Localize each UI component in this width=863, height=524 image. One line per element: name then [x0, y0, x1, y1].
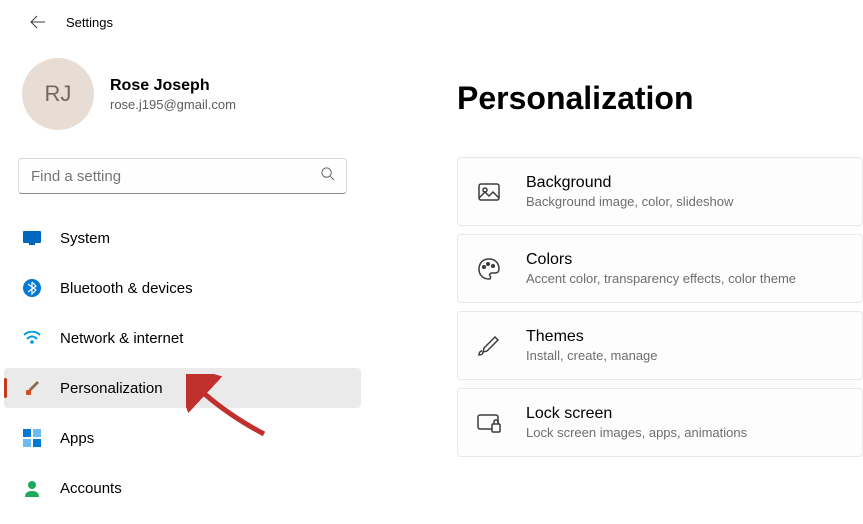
profile-block[interactable]: RJ Rose Joseph rose.j195@gmail.com	[0, 58, 365, 130]
display-icon	[22, 228, 42, 248]
card-desc: Install, create, manage	[526, 348, 658, 363]
sidebar-item-bluetooth[interactable]: Bluetooth & devices	[0, 268, 365, 308]
content-area: Personalization Background Background im…	[365, 40, 863, 524]
card-desc: Background image, color, slideshow	[526, 194, 733, 209]
card-body: Themes Install, create, manage	[526, 328, 658, 363]
sidebar-item-accounts[interactable]: Accounts	[0, 468, 365, 508]
card-title: Background	[526, 174, 733, 192]
main-layout: RJ Rose Joseph rose.j195@gmail.com	[0, 40, 863, 524]
card-body: Background Background image, color, slid…	[526, 174, 733, 209]
settings-card-list: Background Background image, color, slid…	[457, 157, 863, 457]
search-input[interactable]	[18, 158, 347, 194]
palette-icon	[476, 256, 502, 282]
sidebar-item-label: Bluetooth & devices	[60, 280, 193, 297]
page-title: Personalization	[457, 80, 863, 117]
search-icon	[320, 166, 335, 186]
profile-email: rose.j195@gmail.com	[110, 97, 236, 112]
sidebar: RJ Rose Joseph rose.j195@gmail.com	[0, 40, 365, 524]
paintbrush-icon	[22, 378, 42, 398]
brush-icon	[476, 333, 502, 359]
arrow-left-icon	[30, 14, 46, 30]
profile-name: Rose Joseph	[110, 77, 236, 95]
apps-icon	[22, 428, 42, 448]
card-desc: Lock screen images, apps, animations	[526, 425, 747, 440]
card-background[interactable]: Background Background image, color, slid…	[457, 157, 863, 226]
sidebar-item-network[interactable]: Network & internet	[0, 318, 365, 358]
card-lockscreen[interactable]: Lock screen Lock screen images, apps, an…	[457, 388, 863, 457]
sidebar-item-label: Network & internet	[60, 330, 183, 347]
lock-screen-icon	[476, 410, 502, 436]
bluetooth-icon	[22, 278, 42, 298]
sidebar-item-label: System	[60, 230, 110, 247]
card-colors[interactable]: Colors Accent color, transparency effect…	[457, 234, 863, 303]
card-body: Lock screen Lock screen images, apps, an…	[526, 405, 747, 440]
card-title: Lock screen	[526, 405, 747, 423]
card-body: Colors Accent color, transparency effect…	[526, 251, 796, 286]
nav-list: System Bluetooth & devices	[0, 218, 365, 518]
card-desc: Accent color, transparency effects, colo…	[526, 271, 796, 286]
card-title: Colors	[526, 251, 796, 269]
sidebar-item-label: Apps	[60, 430, 94, 447]
sidebar-item-personalization[interactable]: Personalization	[4, 368, 361, 408]
person-icon	[22, 478, 42, 498]
back-button[interactable]	[28, 12, 48, 32]
sidebar-item-label: Accounts	[60, 480, 122, 497]
avatar: RJ	[22, 58, 94, 130]
card-title: Themes	[526, 328, 658, 346]
sidebar-item-label: Personalization	[60, 380, 163, 397]
search-box	[18, 158, 347, 194]
image-icon	[476, 179, 502, 205]
profile-text: Rose Joseph rose.j195@gmail.com	[110, 77, 236, 112]
app-title: Settings	[66, 15, 113, 30]
top-bar: Settings	[0, 0, 863, 40]
sidebar-item-apps[interactable]: Apps	[0, 418, 365, 458]
wifi-icon	[22, 328, 42, 348]
card-themes[interactable]: Themes Install, create, manage	[457, 311, 863, 380]
sidebar-item-system[interactable]: System	[0, 218, 365, 258]
